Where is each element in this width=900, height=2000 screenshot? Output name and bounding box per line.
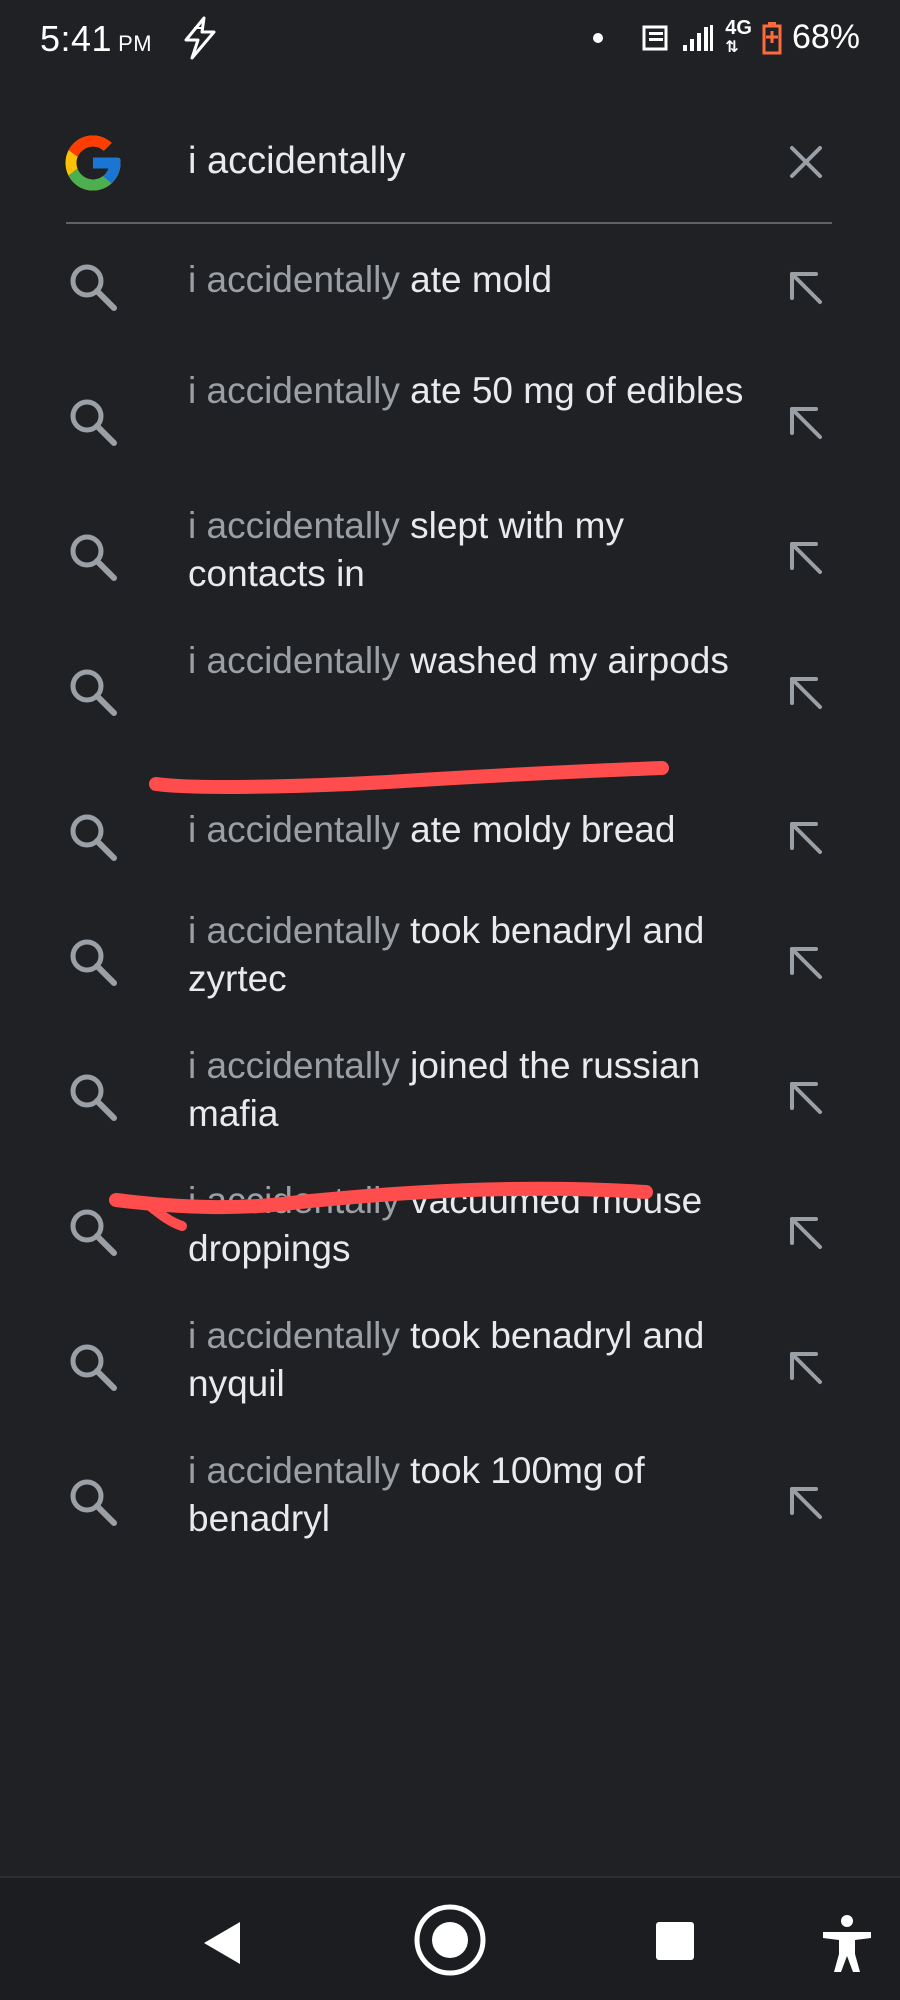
lightning-icon	[184, 16, 216, 60]
suggestion-text: i accidentally took benadryl and nyquil	[188, 1312, 748, 1408]
suggestion-prefix: i accidentally	[188, 505, 400, 546]
accessibility-button[interactable]	[820, 1914, 874, 1974]
clear-search-button[interactable]	[780, 136, 832, 188]
navigation-bar	[0, 1876, 900, 2000]
suggestion-item[interactable]: i accidentally vacuumed mouse droppings	[0, 1155, 900, 1285]
signal-icon	[683, 24, 714, 51]
battery-icon	[762, 21, 782, 54]
google-logo-icon	[65, 135, 121, 191]
suggestion-prefix: i accidentally	[188, 259, 400, 300]
search-icon	[70, 1074, 117, 1121]
search-screen: 5:41 PM 4G ⇅ 68% i accidentally i accide…	[0, 0, 900, 2000]
recents-button[interactable]	[654, 1920, 696, 1962]
search-icon	[70, 814, 117, 861]
suggestion-item[interactable]: i accidentally joined the russian mafia	[0, 1020, 900, 1150]
search-bar[interactable]: i accidentally	[0, 100, 900, 224]
suggestion-text: i accidentally washed my airpods	[188, 637, 748, 685]
suggestion-completion: ate mold	[399, 259, 553, 300]
arrow-up-left-icon[interactable]	[786, 943, 826, 983]
suggestion-prefix: i accidentally	[188, 809, 400, 850]
suggestion-prefix: i accidentally	[188, 1315, 400, 1356]
suggestion-text: i accidentally slept with my contacts in	[188, 502, 748, 598]
search-icon	[70, 399, 117, 446]
time-value: 5:41	[40, 18, 113, 59]
suggestion-item[interactable]: i accidentally slept with my contacts in	[0, 480, 900, 610]
arrow-up-left-icon[interactable]	[786, 673, 826, 713]
suggestion-completion: ate 50 mg of edibles	[399, 370, 744, 411]
arrow-up-left-icon[interactable]	[786, 268, 826, 308]
suggestion-text: i accidentally took 100mg of benadryl	[188, 1447, 748, 1543]
suggestion-text: i accidentally ate 50 mg of edibles	[188, 367, 748, 415]
suggestion-text: i accidentally ate moldy bread	[188, 806, 748, 854]
search-icon	[70, 1344, 117, 1391]
message-icon	[642, 25, 668, 50]
back-button[interactable]	[200, 1918, 244, 1968]
suggestion-text: i accidentally ate mold	[188, 256, 748, 304]
suggestion-item[interactable]: i accidentally ate mold	[0, 210, 900, 340]
arrow-up-left-icon[interactable]	[786, 1078, 826, 1118]
suggestion-prefix: i accidentally	[188, 370, 400, 411]
suggestion-prefix: i accidentally	[188, 1180, 400, 1221]
search-icon	[70, 264, 117, 311]
suggestion-prefix: i accidentally	[188, 910, 400, 951]
suggestion-item[interactable]: i accidentally took benadryl and nyquil	[0, 1290, 900, 1420]
search-icon	[70, 669, 117, 716]
search-icon	[70, 534, 117, 581]
battery-percent: 68%	[791, 18, 860, 56]
suggestion-completion: washed my airpods	[399, 640, 729, 681]
suggestion-text: i accidentally vacuumed mouse droppings	[188, 1177, 748, 1273]
status-icons: 4G ⇅ 68%	[593, 18, 860, 57]
arrow-up-left-icon[interactable]	[786, 403, 826, 443]
suggestion-text: i accidentally took benadryl and zyrtec	[188, 907, 748, 1003]
home-button[interactable]	[412, 1902, 488, 1978]
suggestion-item[interactable]: i accidentally ate 50 mg of edibles	[0, 345, 900, 475]
search-icon	[70, 1479, 117, 1526]
arrow-up-left-icon[interactable]	[786, 538, 826, 578]
suggestion-item[interactable]: i accidentally ate moldy bread	[0, 760, 900, 890]
suggestion-item[interactable]: i accidentally took 100mg of benadryl	[0, 1425, 900, 1555]
network-label: 4G	[725, 16, 752, 39]
notification-dot-icon	[593, 32, 604, 43]
search-icon	[70, 939, 117, 986]
suggestion-prefix: i accidentally	[188, 1045, 400, 1086]
search-icon	[70, 1209, 117, 1256]
suggestion-completion: ate moldy bread	[399, 809, 676, 850]
search-input[interactable]: i accidentally	[188, 140, 406, 183]
arrow-up-left-icon[interactable]	[786, 1348, 826, 1388]
suggestion-item[interactable]: i accidentally took benadryl and zyrtec	[0, 885, 900, 1015]
suggestion-item[interactable]: i accidentally washed my airpods	[0, 615, 900, 745]
close-icon	[790, 146, 822, 178]
suggestion-prefix: i accidentally	[188, 1450, 400, 1491]
suggestion-text: i accidentally joined the russian mafia	[188, 1042, 748, 1138]
arrow-up-left-icon[interactable]	[786, 1483, 826, 1523]
arrow-up-left-icon[interactable]	[786, 1213, 826, 1253]
network-type: 4G ⇅	[725, 16, 752, 57]
time-ampm: PM	[118, 31, 153, 56]
status-time: 5:41 PM	[40, 18, 152, 60]
suggestion-prefix: i accidentally	[188, 640, 400, 681]
status-bar: 5:41 PM 4G ⇅ 68%	[0, 0, 900, 80]
data-arrows-icon: ⇅	[725, 38, 739, 56]
arrow-up-left-icon[interactable]	[786, 818, 826, 858]
